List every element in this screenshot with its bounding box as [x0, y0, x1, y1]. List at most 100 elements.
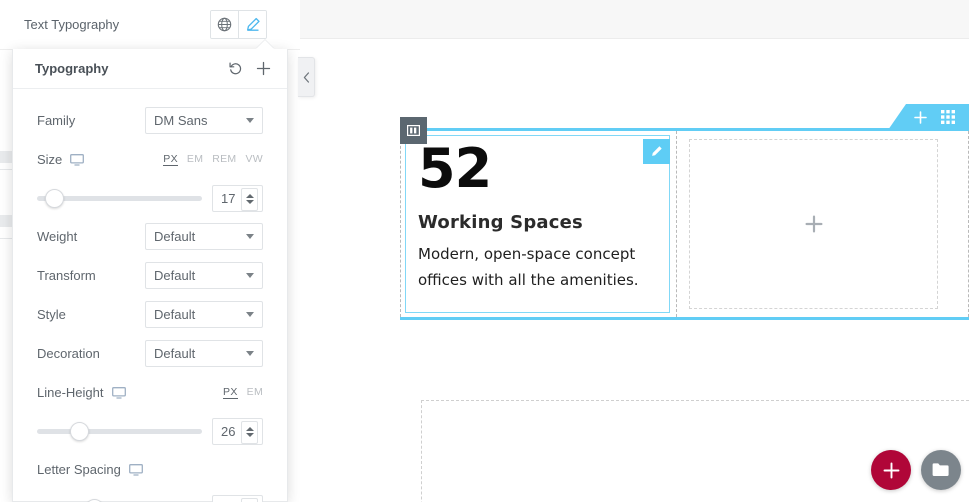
family-label: Family — [37, 113, 76, 128]
floating-action-buttons — [871, 450, 961, 490]
line-height-slider-knob[interactable] — [70, 422, 89, 441]
line-height-label-group: Line-Height — [37, 385, 126, 400]
field-decoration: Decoration Default — [37, 334, 263, 373]
weight-value: Default — [154, 229, 196, 244]
add-element-fab[interactable] — [871, 450, 911, 490]
weight-label: Weight — [37, 229, 78, 244]
widget-edit-pencil-icon[interactable] — [643, 139, 670, 164]
reset-icon[interactable] — [223, 57, 247, 81]
size-value: 17 — [221, 190, 236, 206]
panel-header: Text Typography — [0, 0, 300, 50]
field-letter-spacing-control — [37, 489, 263, 502]
size-slider-knob[interactable] — [45, 189, 64, 208]
transform-select[interactable]: Default — [145, 262, 263, 289]
field-size-header: Size PX EM REM VW — [37, 140, 263, 179]
letter-spacing-number-input[interactable] — [212, 494, 263, 502]
size-label: Size — [37, 152, 63, 167]
unit-px[interactable]: PX — [223, 386, 238, 399]
panel-title: Text Typography — [24, 17, 120, 32]
unit-rem[interactable]: REM — [212, 153, 236, 166]
library-fab[interactable] — [921, 450, 961, 490]
panel-header-button-group — [210, 10, 267, 39]
style-value: Default — [154, 307, 196, 322]
family-select[interactable]: DM Sans — [145, 107, 263, 134]
stepper-down-icon[interactable] — [245, 200, 254, 204]
widget-description: Modern, open-space concept offices with … — [418, 245, 639, 289]
chevron-left-icon — [303, 71, 309, 83]
stepper-up-icon[interactable] — [245, 427, 254, 431]
column-right[interactable] — [677, 131, 968, 317]
section-toolbar — [888, 104, 969, 130]
field-size-control: 17 — [37, 179, 263, 217]
columns-icon[interactable] — [400, 117, 427, 144]
transform-label: Transform — [37, 268, 96, 283]
widget-title: Working Spaces — [418, 212, 583, 233]
empty-widget-placeholder[interactable] — [689, 139, 938, 309]
stepper-up-icon[interactable] — [245, 194, 254, 198]
popup-arrow — [256, 40, 274, 49]
monitor-icon[interactable] — [128, 463, 143, 476]
chevron-down-icon — [246, 351, 254, 356]
line-height-slider[interactable] — [37, 421, 202, 441]
style-select[interactable]: Default — [145, 301, 263, 328]
popup-header-actions — [223, 57, 275, 81]
field-style: Style Default — [37, 295, 263, 334]
section-columns: 52 Working Spaces Modern, open-space con… — [400, 117, 969, 317]
weight-select[interactable]: Default — [145, 223, 263, 250]
field-transform: Transform Default — [37, 256, 263, 295]
size-number-input[interactable]: 17 — [212, 184, 263, 212]
field-family: Family DM Sans — [37, 101, 263, 140]
unit-px[interactable]: PX — [163, 153, 178, 166]
decoration-select[interactable]: Default — [145, 340, 263, 367]
chevron-down-icon — [246, 234, 254, 239]
unit-em[interactable]: EM — [247, 386, 263, 399]
style-label: Style — [37, 307, 66, 322]
size-stepper[interactable] — [241, 187, 258, 211]
decoration-label: Decoration — [37, 346, 100, 361]
letter-spacing-stepper[interactable] — [241, 497, 258, 502]
transform-value: Default — [154, 268, 196, 283]
size-slider[interactable] — [37, 188, 202, 208]
line-height-value: 26 — [221, 423, 236, 439]
unit-vw[interactable]: VW — [245, 153, 263, 166]
popup-header: Typography — [13, 49, 287, 89]
chevron-down-icon — [246, 118, 254, 123]
panel-collapse-toggle[interactable] — [298, 57, 315, 97]
popup-title: Typography — [35, 61, 109, 76]
popup-body: Family DM Sans Size PX EM REM VW 17 Weig… — [13, 89, 287, 502]
pencil-icon[interactable] — [239, 11, 266, 38]
grid-dots-icon[interactable] — [941, 110, 955, 124]
plus-icon[interactable] — [805, 215, 823, 233]
size-units: PX EM REM VW — [163, 153, 263, 166]
line-height-label: Line-Height — [37, 385, 104, 400]
plus-icon[interactable] — [251, 57, 275, 81]
size-label-group: Size — [37, 152, 85, 167]
line-height-slider-track — [37, 428, 202, 434]
decoration-value: Default — [154, 346, 196, 361]
stepper-down-icon[interactable] — [245, 433, 254, 437]
family-value: DM Sans — [154, 113, 208, 128]
globe-icon[interactable] — [211, 11, 239, 38]
line-height-stepper[interactable] — [241, 420, 258, 444]
field-line-height-header: Line-Height PX EM — [37, 373, 263, 412]
chevron-down-icon — [246, 312, 254, 317]
letter-spacing-slider[interactable] — [37, 498, 202, 502]
field-line-height-control: 26 — [37, 412, 263, 450]
typography-popup: Typography Family DM Sans Size PX EM REM… — [12, 40, 288, 502]
field-letter-spacing-header: Letter Spacing — [37, 450, 263, 489]
column-left[interactable]: 52 Working Spaces Modern, open-space con… — [400, 117, 677, 317]
letter-spacing-label: Letter Spacing — [37, 462, 121, 477]
selected-section[interactable]: 52 Working Spaces Modern, open-space con… — [400, 117, 969, 320]
text-widget[interactable]: 52 Working Spaces Modern, open-space con… — [405, 135, 670, 313]
chevron-down-icon — [246, 273, 254, 278]
widget-number: 52 — [418, 137, 492, 200]
field-weight: Weight Default — [37, 217, 263, 256]
letter-spacing-label-group: Letter Spacing — [37, 462, 143, 477]
line-height-number-input[interactable]: 26 — [212, 417, 263, 445]
unit-em[interactable]: EM — [187, 153, 203, 166]
monitor-icon[interactable] — [70, 153, 85, 166]
monitor-icon[interactable] — [111, 386, 126, 399]
add-section-button[interactable] — [914, 110, 927, 124]
settings-panel: Text Typography Typography Family DM San… — [0, 0, 300, 502]
line-height-units: PX EM — [223, 386, 263, 399]
